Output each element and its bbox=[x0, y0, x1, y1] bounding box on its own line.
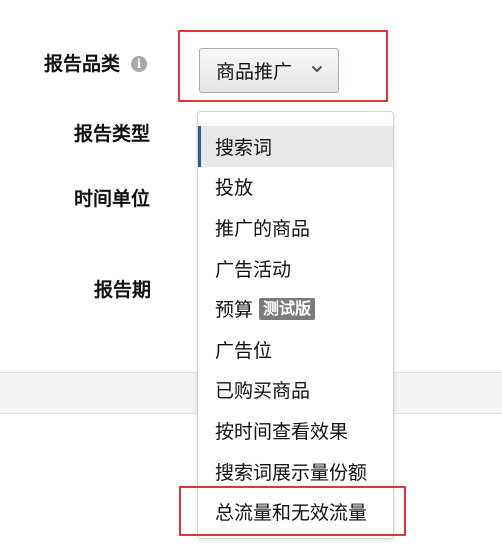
menu-item-label: 广告活动 bbox=[215, 258, 292, 281]
report-type-dropdown-menu: 搜索词 投放 推广的商品 广告活动 预算 测试版 广告位 已购买商品 按时间查看… bbox=[197, 111, 394, 539]
report-category-label: 报告品类 bbox=[44, 53, 121, 75]
beta-badge: 测试版 bbox=[259, 297, 316, 320]
chevron-down-icon bbox=[312, 66, 322, 72]
menu-item-search-terms[interactable]: 搜索词 bbox=[198, 126, 393, 167]
menu-item-label: 按时间查看效果 bbox=[215, 420, 349, 443]
menu-item-performance-over-time[interactable]: 按时间查看效果 bbox=[198, 410, 393, 451]
menu-item-label: 预算 bbox=[215, 299, 254, 322]
report-category-value: 商品推广 bbox=[216, 61, 293, 83]
time-unit-label: 时间单位 bbox=[74, 188, 151, 210]
menu-item-label: 广告位 bbox=[215, 339, 273, 362]
info-icon[interactable]: i bbox=[131, 56, 147, 72]
menu-item-targeting[interactable]: 投放 bbox=[198, 167, 393, 208]
menu-item-budget[interactable]: 预算 测试版 bbox=[198, 288, 393, 329]
report-type-label: 报告类型 bbox=[74, 123, 151, 145]
menu-item-purchased-products[interactable]: 已购买商品 bbox=[198, 370, 393, 411]
menu-item-label: 已购买商品 bbox=[215, 380, 311, 403]
report-category-dropdown[interactable]: 商品推广 bbox=[199, 48, 339, 93]
menu-item-label: 总流量和无效流量 bbox=[215, 502, 368, 525]
menu-item-label: 推广的商品 bbox=[215, 217, 311, 240]
menu-item-search-term-impression-share[interactable]: 搜索词展示量份额 bbox=[198, 451, 393, 492]
menu-item-label: 搜索词展示量份额 bbox=[215, 461, 368, 484]
menu-item-campaigns[interactable]: 广告活动 bbox=[198, 248, 393, 289]
report-period-label: 报告期 bbox=[94, 279, 152, 301]
menu-item-advertised-products[interactable]: 推广的商品 bbox=[198, 207, 393, 248]
menu-item-label: 搜索词 bbox=[215, 136, 273, 159]
menu-item-gross-and-invalid-traffic[interactable]: 总流量和无效流量 bbox=[198, 491, 393, 532]
menu-item-placement[interactable]: 广告位 bbox=[198, 329, 393, 370]
menu-item-label: 投放 bbox=[215, 177, 254, 200]
